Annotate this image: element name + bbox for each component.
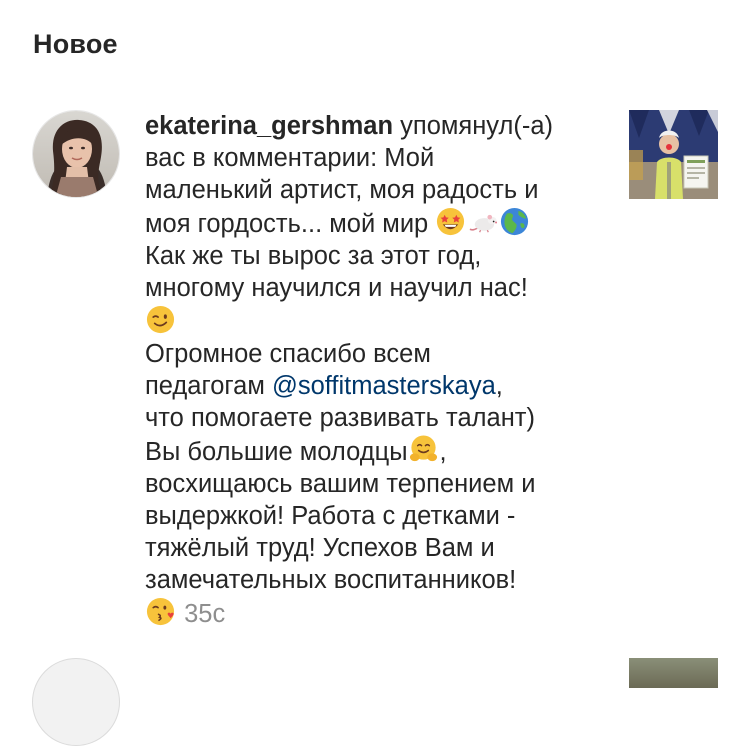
notification-text: ekaterina_gershman упомянул(-а) вас в ко… [145,110,610,630]
next-notification-thumbnail[interactable] [629,658,718,688]
kissing-face-emoji-icon [145,596,176,627]
notification-line: выдержкой! Работа с детками - [145,502,516,530]
notification-line: Как же ты вырос за этот год, [145,242,482,270]
rat-emoji-icon [467,206,498,237]
notification-line: ekaterina_gershman упомянул(-а) [145,110,610,142]
section-title: Новое [33,29,118,59]
notification-line: восхищаюсь вашим терпением и [145,470,536,498]
comment-text: Вы большие молодцы [145,438,408,466]
notification-line: что помогаете развивать талант) [145,404,535,432]
comment-text: моя гордость... мой мир [145,210,429,238]
mention-link[interactable]: @soffitmasterskaya [272,372,496,400]
star-struck-emoji-icon [435,206,466,237]
notification-line: вас в комментарии: Мой [145,144,435,172]
notification-action: упомянул(-а) [393,112,554,140]
comment-text: педагогам [145,372,272,400]
notification-line: моя гордость... мой мир [145,206,610,240]
notification-line: маленький артист, моя радость и [145,176,539,204]
notification-line: педагогам @soffitmasterskaya, [145,370,610,402]
notification-line: 35с [145,596,610,630]
comment-text: , [495,372,503,400]
post-thumbnail[interactable] [629,110,718,199]
comment-text: , [439,438,447,466]
notification-line [145,304,610,338]
globe-emoji-icon [499,206,530,237]
timestamp: 35с [184,600,226,628]
username-link[interactable]: ekaterina_gershman [145,112,393,140]
notification-line: многому научился и научил нас! [145,274,528,302]
notification-line: замечательных воспитанников! [145,566,517,594]
winking-face-emoji-icon [145,304,176,335]
notification-line: Вы большие молодцы, [145,434,610,468]
avatar-photo [33,111,119,197]
next-notification-avatar[interactable] [32,658,120,746]
post-thumbnail-image [629,110,718,199]
notification-line: тяжёлый труд! Успехов Вам и [145,534,495,562]
notification-line: Огромное спасибо всем [145,340,431,368]
hugging-face-emoji-icon [408,434,439,465]
avatar[interactable] [32,110,120,198]
